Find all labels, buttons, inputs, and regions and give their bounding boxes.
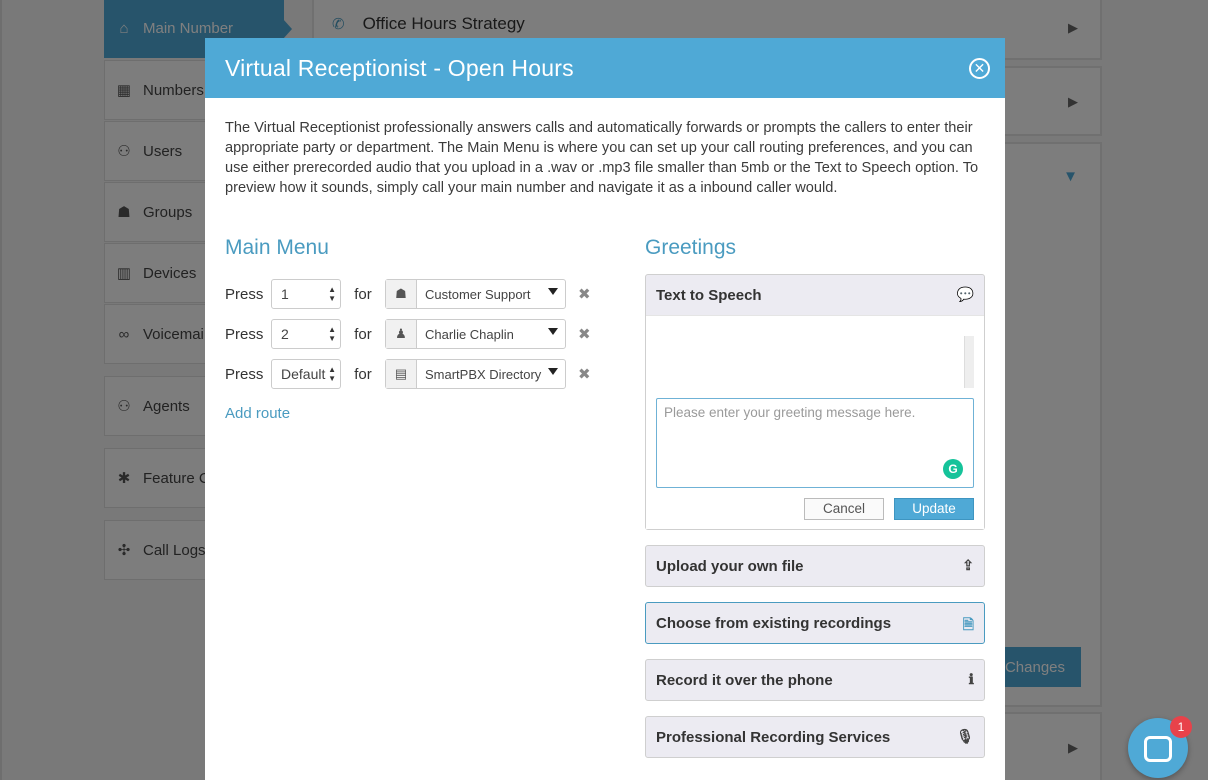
directory-icon: ▤ <box>386 360 417 388</box>
chat-icon <box>1144 736 1172 762</box>
remove-route-icon[interactable]: ✖ <box>578 365 591 383</box>
professional-recording-option[interactable]: Professional Recording Services 🎙 <box>645 716 985 758</box>
route-key-select[interactable]: 2 ▲ ▼ <box>271 319 341 349</box>
spinner-icon: ▲ ▼ <box>326 325 336 343</box>
destination-label: Customer Support <box>425 286 531 302</box>
option-header: Choose from existing recordings 🗎 <box>646 603 984 643</box>
option-label: Record it over the phone <box>656 671 833 689</box>
greetings-title: Greetings <box>645 236 737 259</box>
remove-route-icon[interactable]: ✖ <box>578 285 591 303</box>
upload-file-option[interactable]: Upload your own file ⇪ <box>645 545 985 587</box>
press-label: Press <box>225 325 264 343</box>
cancel-button[interactable]: Cancel <box>804 498 884 520</box>
option-header: Professional Recording Services 🎙 <box>646 717 984 757</box>
scrollbar[interactable] <box>964 336 974 388</box>
for-label: for <box>354 325 372 343</box>
audio-file-icon: 🗎 <box>962 616 974 632</box>
for-label: for <box>354 365 372 383</box>
main-menu-title: Main Menu <box>225 236 329 259</box>
microphone-icon: 🎙 <box>956 728 974 744</box>
chevron-down-icon <box>548 368 558 375</box>
option-label: Professional Recording Services <box>656 728 891 746</box>
destination-label: Charlie Chaplin <box>425 326 514 342</box>
route-key-select[interactable]: 1 ▲ ▼ <box>271 279 341 309</box>
modal-header: Virtual Receptionist - Open Hours ✕ <box>205 38 1005 98</box>
spinner-icon: ▲ ▼ <box>326 285 336 303</box>
text-to-speech-header[interactable]: Text to Speech 💬 <box>646 275 984 315</box>
close-icon[interactable]: ✕ <box>969 58 990 79</box>
route-row: Press 1 ▲ ▼ for ☗ Customer Support ✖ <box>225 279 591 309</box>
route-key-value: Default <box>281 366 326 382</box>
route-destination-select[interactable]: ♟ Charlie Chaplin <box>385 319 566 349</box>
chevron-down-icon <box>548 288 558 295</box>
text-to-speech-body: G Cancel Update <box>646 315 984 529</box>
press-label: Press <box>225 285 264 303</box>
route-key-value: 2 <box>281 326 289 342</box>
speech-bubble-icon: 💬 <box>956 286 974 302</box>
greeting-message-input[interactable] <box>656 398 974 488</box>
option-label: Choose from existing recordings <box>656 614 892 632</box>
route-destination-select[interactable]: ☗ Customer Support <box>385 279 566 309</box>
option-header: Upload your own file ⇪ <box>646 546 984 586</box>
route-key-value: 1 <box>281 286 289 302</box>
route-row: Press Default ▲ ▼ for ▤ SmartPBX Director… <box>225 359 591 389</box>
destination-label: SmartPBX Directory <box>425 366 542 382</box>
user-icon: ♟ <box>386 320 417 348</box>
info-icon: ℹ <box>968 671 974 687</box>
spinner-icon: ▲ ▼ <box>326 365 336 383</box>
option-header: Record it over the phone ℹ <box>646 660 984 700</box>
press-label: Press <box>225 365 264 383</box>
chat-notification-badge: 1 <box>1170 716 1192 738</box>
route-row: Press 2 ▲ ▼ for ♟ Charlie Chaplin ✖ <box>225 319 591 349</box>
existing-recordings-option[interactable]: Choose from existing recordings 🗎 <box>645 602 985 644</box>
intro-text: The Virtual Receptionist professionally … <box>225 120 979 196</box>
remove-route-icon[interactable]: ✖ <box>578 325 591 343</box>
virtual-receptionist-modal: Virtual Receptionist - Open Hours ✕ The … <box>205 38 1005 780</box>
route-destination-select[interactable]: ▤ SmartPBX Directory <box>385 359 566 389</box>
group-icon: ☗ <box>386 280 417 308</box>
update-button[interactable]: Update <box>894 498 974 520</box>
option-label: Upload your own file <box>656 557 804 575</box>
for-label: for <box>354 285 372 303</box>
route-key-select[interactable]: Default ▲ ▼ <box>271 359 341 389</box>
text-to-speech-label: Text to Speech <box>656 286 762 304</box>
grammarly-icon[interactable]: G <box>943 459 963 479</box>
text-to-speech-panel: Text to Speech 💬 G Cancel Update <box>645 274 985 530</box>
upload-icon: ⇪ <box>962 557 974 573</box>
record-over-phone-option[interactable]: Record it over the phone ℹ <box>645 659 985 701</box>
add-route-link[interactable]: Add route <box>225 405 290 422</box>
modal-title: Virtual Receptionist - Open Hours <box>225 54 574 81</box>
chevron-down-icon <box>548 328 558 335</box>
